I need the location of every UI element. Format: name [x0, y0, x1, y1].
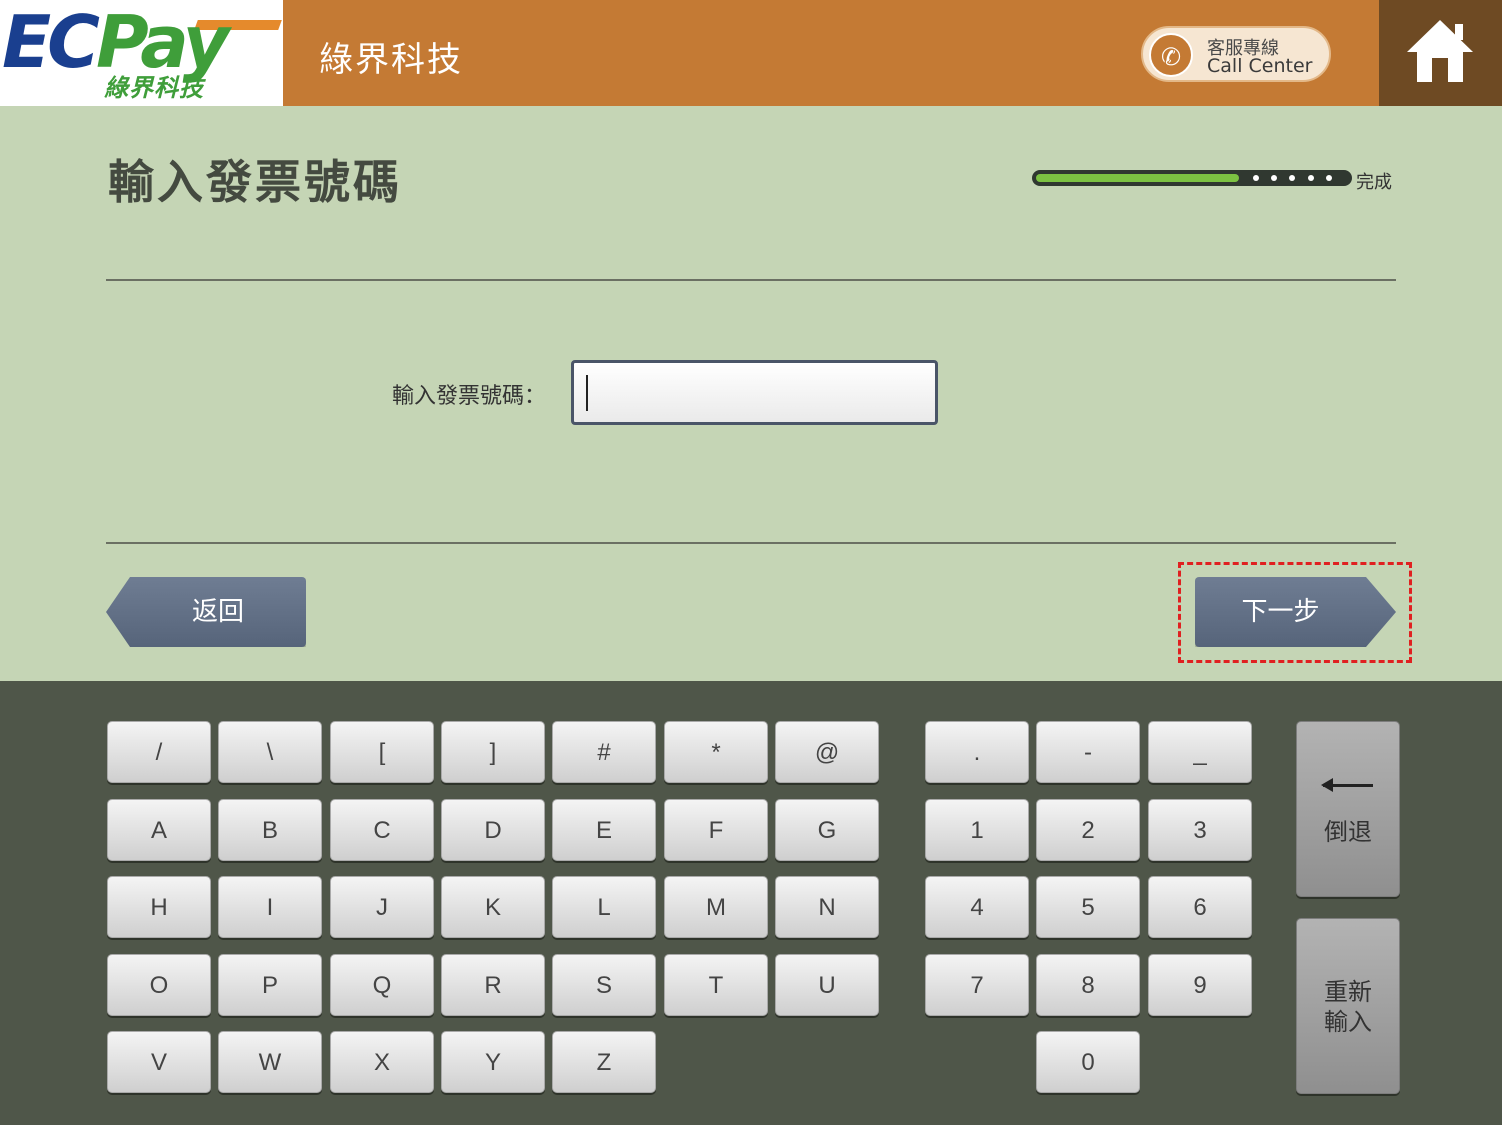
progress-step-dot [1308, 175, 1314, 181]
key-u35[interactable]: # [552, 721, 656, 783]
divider-bottom [106, 542, 1396, 544]
key-9[interactable]: 9 [1148, 954, 1252, 1016]
key-R[interactable]: R [441, 954, 545, 1016]
key-W[interactable]: W [218, 1031, 322, 1093]
key-u92[interactable]: \ [218, 721, 322, 783]
key-S[interactable]: S [552, 954, 656, 1016]
reset-key[interactable]: 重新輸入 [1296, 918, 1400, 1094]
key-3[interactable]: 3 [1148, 799, 1252, 861]
key-N[interactable]: N [775, 876, 879, 938]
home-icon [1407, 20, 1473, 82]
key-A[interactable]: A [107, 799, 211, 861]
divider-top [106, 279, 1396, 281]
reset-label: 重新輸入 [1324, 978, 1372, 1036]
call-center-button[interactable]: ✆ 客服專線 Call Center [1141, 26, 1331, 82]
on-screen-keyboard: 倒退 重新輸入 / \[] # * @ A B C D E F G H I J K L M N O P Q R S T U V W X Y… [0, 681, 1502, 1125]
key-6[interactable]: 6 [1148, 876, 1252, 938]
key-L[interactable]: L [552, 876, 656, 938]
key-8[interactable]: 8 [1036, 954, 1140, 1016]
key-4[interactable]: 4 [925, 876, 1029, 938]
progress-step-dot [1326, 175, 1332, 181]
progress-fill [1036, 174, 1239, 182]
progress-step-dot [1289, 175, 1295, 181]
key-u46[interactable]: . [925, 721, 1029, 783]
key-J[interactable]: J [330, 876, 434, 938]
key-G[interactable]: G [775, 799, 879, 861]
key-X[interactable]: X [330, 1031, 434, 1093]
key-u93[interactable]: ] [441, 721, 545, 783]
key-M[interactable]: M [664, 876, 768, 938]
progress-bar [1032, 170, 1352, 186]
key-1[interactable]: 1 [925, 799, 1029, 861]
key-0[interactable]: 0 [1036, 1031, 1140, 1093]
brand-bar: 綠界科技 ✆ 客服專線 Call Center [283, 0, 1379, 106]
key-V[interactable]: V [107, 1031, 211, 1093]
key-2[interactable]: 2 [1036, 799, 1140, 861]
key-5[interactable]: 5 [1036, 876, 1140, 938]
backspace-label: 倒退 [1324, 818, 1372, 846]
key-D[interactable]: D [441, 799, 545, 861]
key-Q[interactable]: Q [330, 954, 434, 1016]
call-center-label-en: Call Center [1207, 55, 1313, 77]
key-U[interactable]: U [775, 954, 879, 1016]
key-u95[interactable]: _ [1148, 721, 1252, 783]
invoice-number-label: 輸入發票號碼： [392, 384, 547, 409]
progress-step-dot [1271, 175, 1277, 181]
key-Y[interactable]: Y [441, 1031, 545, 1093]
brand-name: 綠界科技 [319, 40, 463, 80]
key-P[interactable]: P [218, 954, 322, 1016]
key-Z[interactable]: Z [552, 1031, 656, 1093]
invoice-number-input[interactable] [571, 360, 938, 425]
ecpay-logo: ECPay 綠界科技 [0, 0, 283, 106]
backspace-arrow-icon [1321, 778, 1373, 792]
key-I[interactable]: I [218, 876, 322, 938]
header: ECPay 綠界科技 綠界科技 ✆ 客服專線 Call Center [0, 0, 1502, 106]
key-C[interactable]: C [330, 799, 434, 861]
next-button[interactable]: 下一步 [1195, 577, 1396, 647]
content-area: 輸入發票號碼 完成 輸入發票號碼： 返回 下一步 [0, 106, 1502, 681]
key-E[interactable]: E [552, 799, 656, 861]
key-u47[interactable]: / [107, 721, 211, 783]
key-F[interactable]: F [664, 799, 768, 861]
progress-step-dot [1253, 175, 1259, 181]
key-u42[interactable]: * [664, 721, 768, 783]
backspace-key[interactable]: 倒退 [1296, 721, 1400, 897]
page-title: 輸入發票號碼 [108, 155, 402, 209]
phone-icon: ✆ [1149, 33, 1193, 77]
key-H[interactable]: H [107, 876, 211, 938]
key-T[interactable]: T [664, 954, 768, 1016]
key-7[interactable]: 7 [925, 954, 1029, 1016]
key-K[interactable]: K [441, 876, 545, 938]
text-cursor [586, 375, 588, 411]
key-B[interactable]: B [218, 799, 322, 861]
key-u64[interactable]: @ [775, 721, 879, 783]
home-button[interactable] [1379, 0, 1502, 106]
key-O[interactable]: O [107, 954, 211, 1016]
key-u91[interactable]: [ [330, 721, 434, 783]
back-button[interactable]: 返回 [106, 577, 306, 647]
logo-subtitle: 綠界科技 [104, 74, 204, 102]
progress-label: 完成 [1356, 172, 1392, 193]
key-u45[interactable]: - [1036, 721, 1140, 783]
